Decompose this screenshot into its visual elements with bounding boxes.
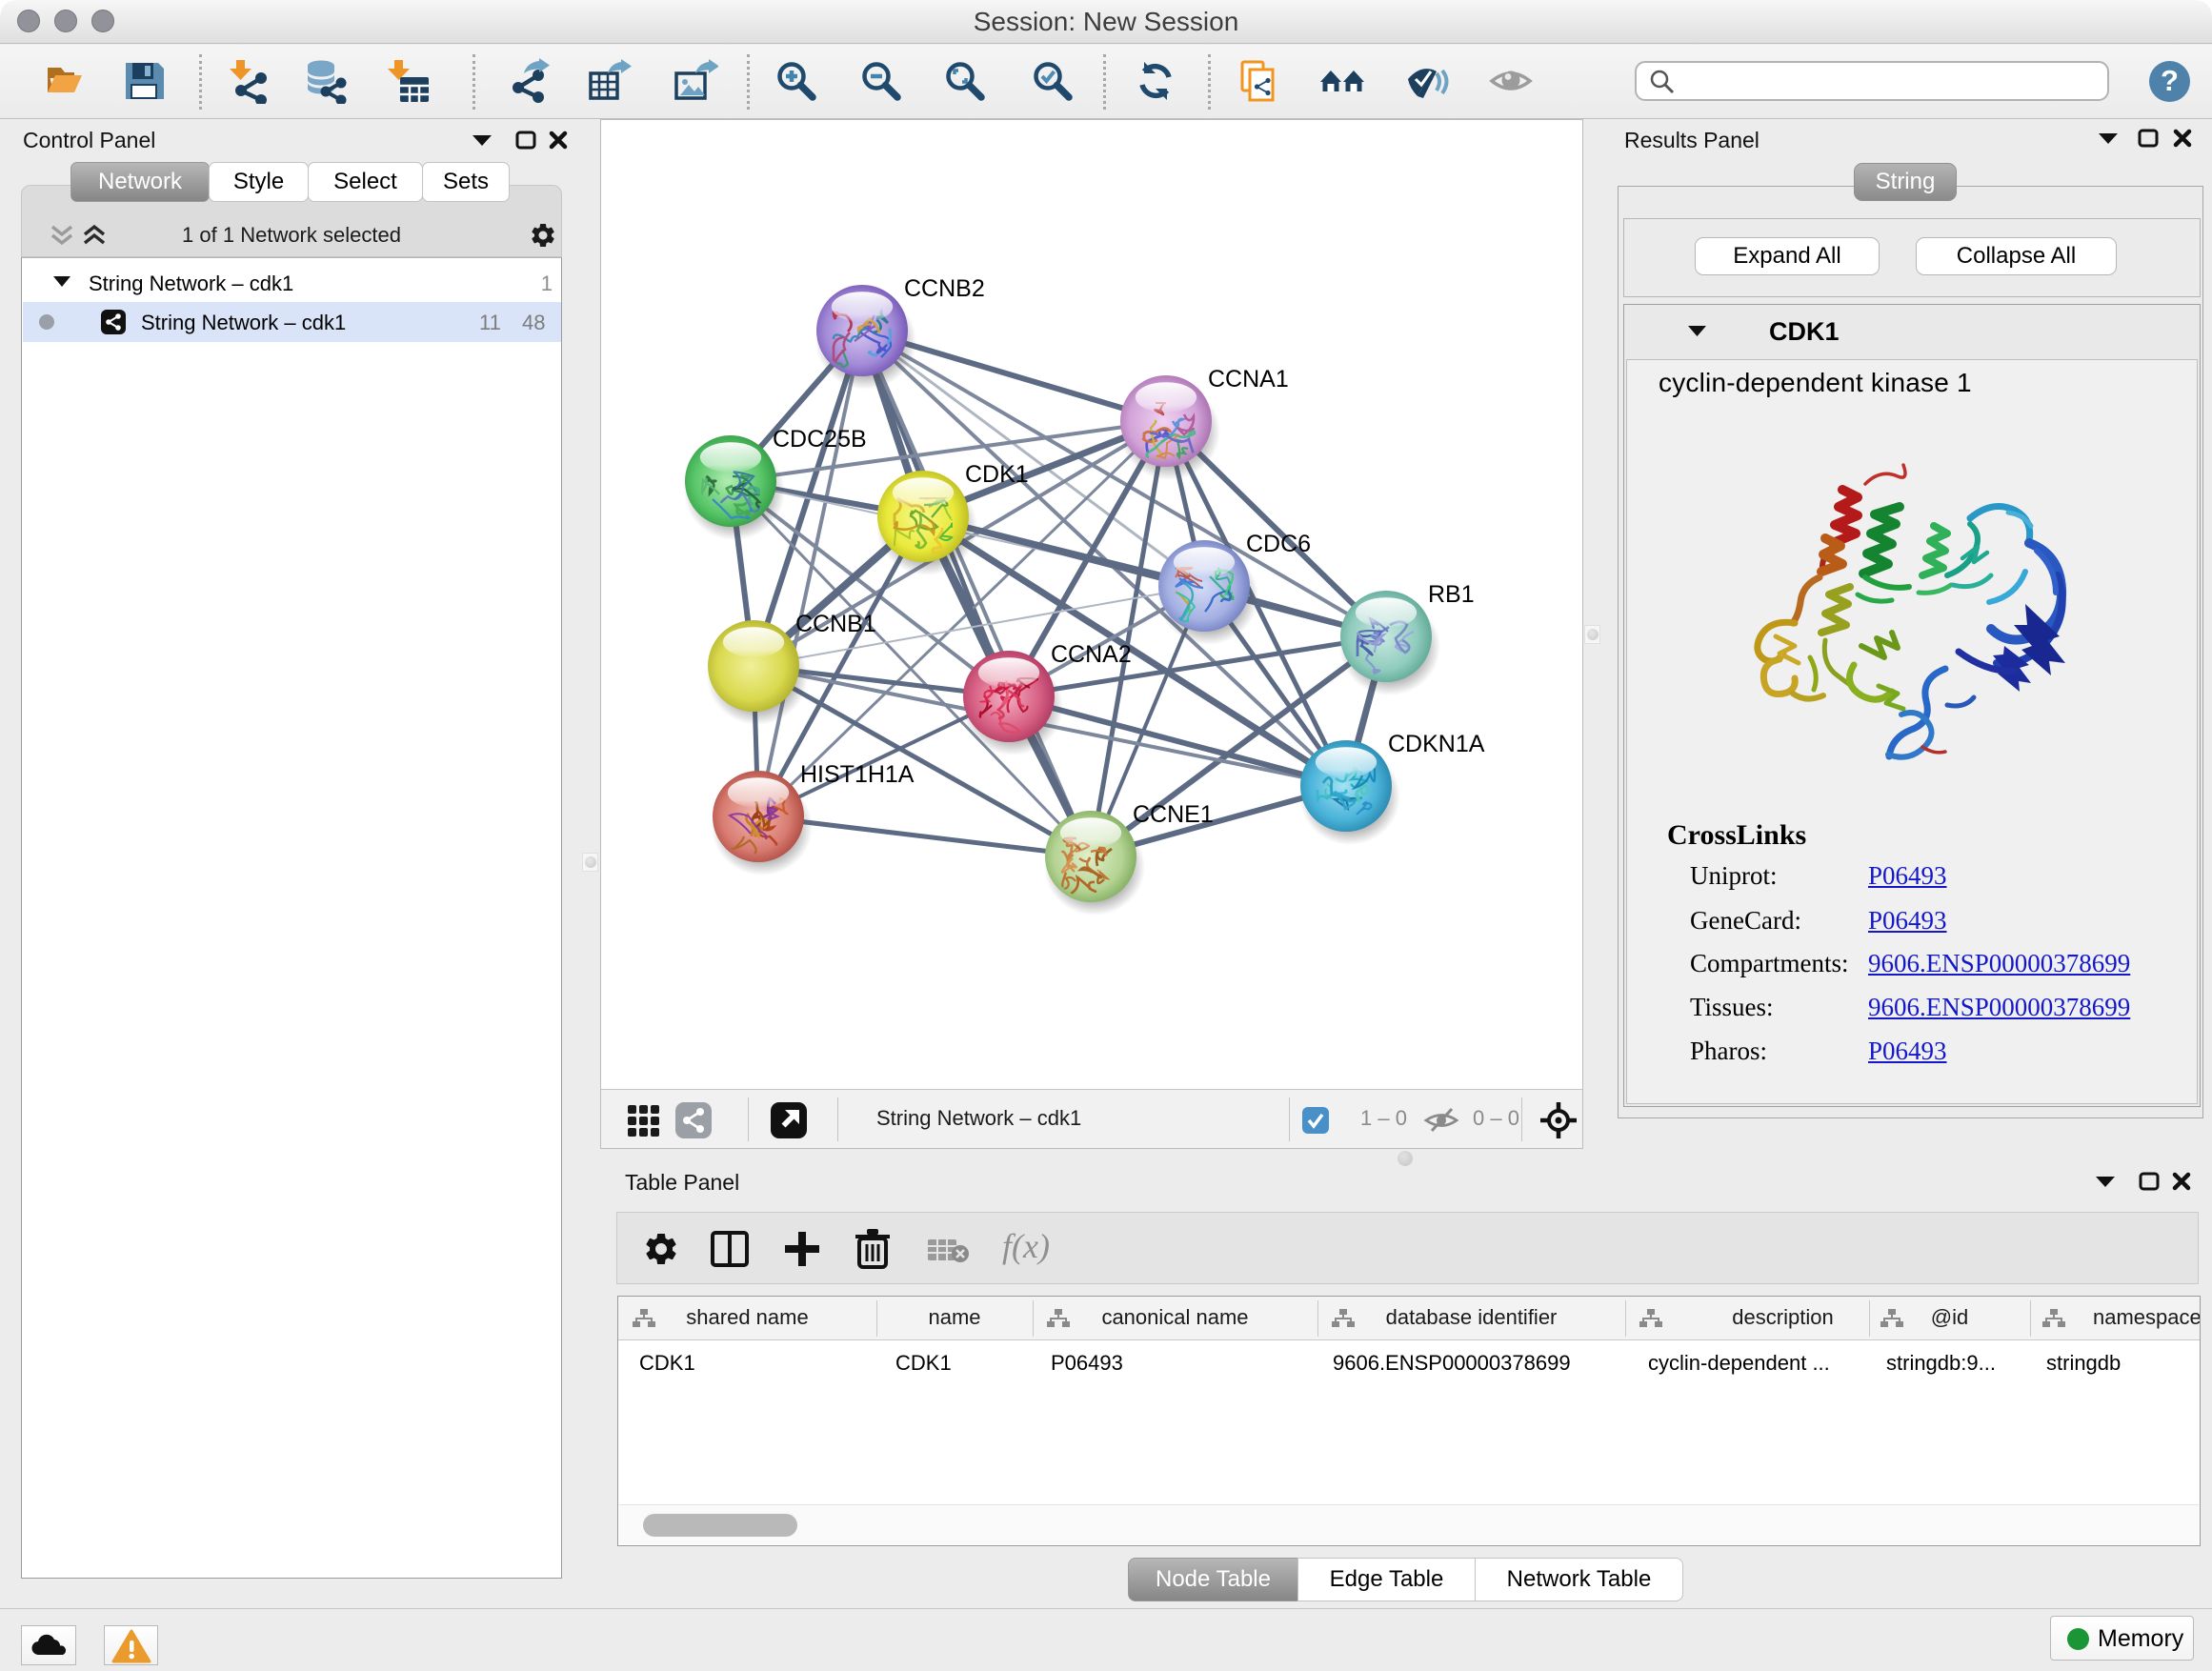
svg-text:RB1: RB1 (1428, 581, 1475, 608)
svg-text:CDK1: CDK1 (965, 461, 1029, 488)
svg-text:CCNA2: CCNA2 (1051, 641, 1132, 668)
svg-text:CDC25B: CDC25B (773, 426, 867, 453)
svg-text:CDC6: CDC6 (1246, 531, 1311, 557)
svg-text:CCNE1: CCNE1 (1133, 801, 1214, 828)
svg-text:HIST1H1A: HIST1H1A (800, 761, 915, 788)
svg-text:CCNB2: CCNB2 (904, 275, 985, 302)
svg-text:CDKN1A: CDKN1A (1388, 731, 1485, 757)
svg-text:CCNA1: CCNA1 (1208, 366, 1289, 393)
svg-text:CCNB1: CCNB1 (795, 611, 876, 637)
